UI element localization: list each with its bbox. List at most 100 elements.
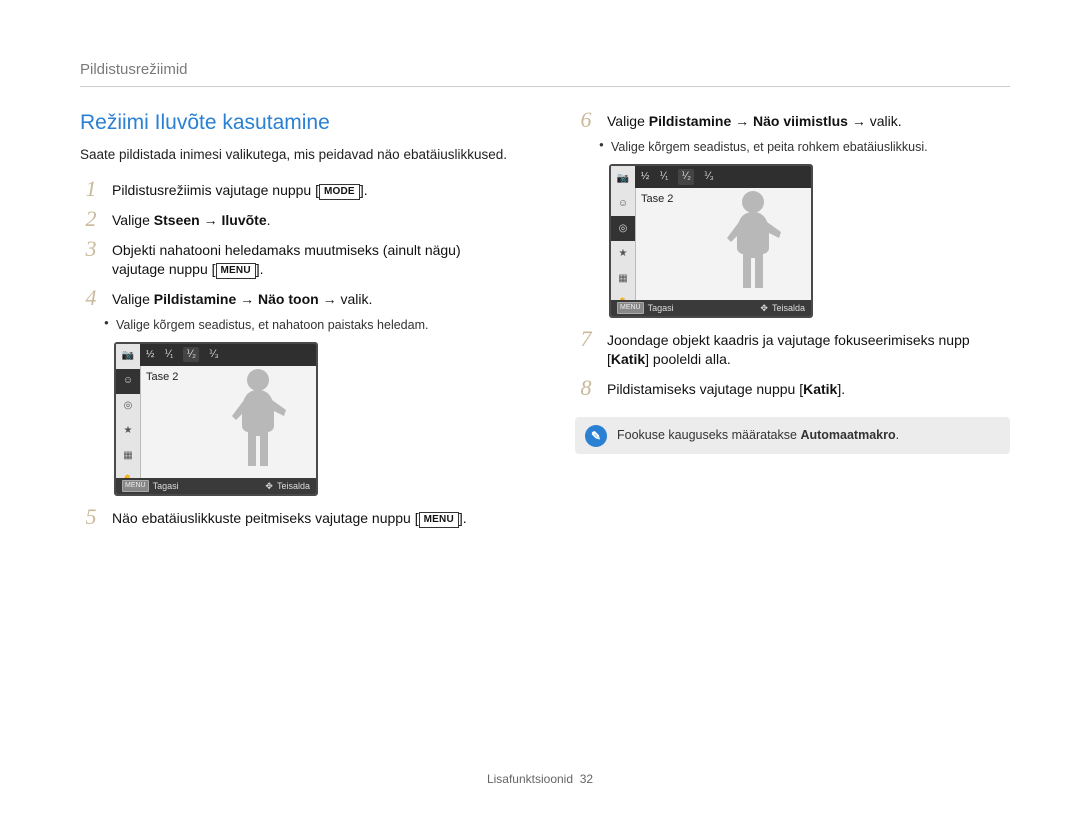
move-icon: ✥ (760, 302, 768, 314)
level-option: ⅟₁ (659, 170, 668, 184)
step-text: ] pooleldi alla. (645, 351, 731, 367)
step-4-sub: Valige kõrgem seadistus, et nahatoon pai… (104, 317, 515, 334)
step-text: Pildistusrežiimis vajutage nuppu [ (112, 182, 319, 198)
lcd-level-bar: ½ ⅟₁ ⅟₂ ⅟₃ (140, 344, 316, 366)
step-bold: Stseen (154, 212, 200, 228)
lcd-level-bar: ½ ⅟₁ ⅟₂ ⅟₃ (635, 166, 811, 188)
step-number: 8 (575, 377, 597, 399)
face-tone-icon: ☺ (116, 369, 140, 394)
footer-section: Lisafunktsioonid (487, 772, 573, 786)
step-1: 1 Pildistusrežiimis vajutage nuppu [MODE… (80, 178, 515, 200)
step-bold: Näo viimistlus (753, 113, 848, 129)
step-6: 6 Valige Pildistamine → Näo viimistlus →… (575, 109, 1010, 131)
step-bold: Iluvõte (221, 212, 266, 228)
step-text: → valik. (319, 291, 373, 307)
step-2: 2 Valige Stseen → Iluvõte. (80, 208, 515, 230)
note-text: Fookuse kauguseks määratakse (617, 428, 800, 442)
step-body: Valige Stseen → Iluvõte. (112, 208, 271, 230)
page-footer: Lisafunktsioonid 32 (0, 771, 1080, 787)
level-option: ½ (641, 170, 649, 184)
breadcrumb: Pildistusrežiimid (80, 60, 1010, 87)
section-heading: Režiimi Iluvõte kasutamine (80, 109, 515, 137)
lcd-illustration-face-retouch: 📷 ☺ ◎ ★ ▦ ✋ ½ ⅟₁ ⅟₂ ⅟₃ Tase 2 (609, 164, 813, 318)
left-column: Režiimi Iluvõte kasutamine Saate pildist… (80, 109, 515, 535)
step-body: Valige Pildistamine → Näo toon → valik. (112, 287, 372, 309)
lcd-bottom-bar: MENU Tagasi ✥ Teisalda (611, 300, 811, 316)
lcd-back-label: Tagasi (153, 480, 179, 492)
step-arrow: → (731, 113, 753, 129)
level-option: ⅟₃ (209, 348, 219, 362)
step-body: Joondage objekt kaadris ja vajutage foku… (607, 328, 970, 369)
step-number: 4 (80, 287, 102, 309)
step-body: Valige Pildistamine → Näo viimistlus → v… (607, 109, 902, 131)
menu-button-label: MENU (216, 263, 256, 279)
step-number: 1 (80, 178, 102, 200)
step-bold: Katik (611, 351, 645, 367)
step-text: ]. (360, 182, 368, 198)
lcd-sidebar: 📷 ☺ ◎ ★ ▦ ✋ (611, 166, 636, 316)
target-icon: ◎ (116, 394, 140, 419)
step-bold: Pildistamine (649, 113, 731, 129)
step-text: Joondage objekt kaadris ja vajutage foku… (607, 331, 970, 350)
step-text: Valige (112, 291, 154, 307)
menu-button-label: MENU (419, 512, 459, 528)
lcd-level-caption: Tase 2 (641, 192, 673, 207)
face-retouch-icon: ◎ (611, 216, 635, 241)
step-body: Pildistusrežiimis vajutage nuppu [MODE]. (112, 178, 368, 200)
step-number: 5 (80, 506, 102, 528)
lcd-back-label: Tagasi (648, 302, 674, 314)
step-text: Pildistamiseks vajutage nuppu [ (607, 381, 803, 397)
grid-icon: ▦ (611, 266, 635, 291)
step-text: ]. (256, 261, 264, 277)
right-column: 6 Valige Pildistamine → Näo viimistlus →… (575, 109, 1010, 535)
intro-text: Saate pildistada inimesi valikutega, mis… (80, 146, 515, 164)
lcd-move-label: Teisalda (772, 302, 805, 314)
star-icon: ★ (611, 241, 635, 266)
step-text: ]. (459, 510, 467, 526)
level-option-selected: ⅟₂ (678, 169, 694, 185)
grid-icon: ▦ (116, 444, 140, 469)
step-number: 7 (575, 328, 597, 350)
menu-mini-button: MENU (617, 302, 644, 314)
move-icon: ✥ (265, 480, 273, 492)
person-silhouette (218, 366, 298, 476)
step-body: Näo ebatäiuslikkuste peitmiseks vajutage… (112, 506, 467, 528)
note-box: ✎ Fookuse kauguseks määratakse Automaatm… (575, 417, 1010, 454)
step-7: 7 Joondage objekt kaadris ja vajutage fo… (575, 328, 1010, 369)
step-arrow: → (236, 291, 258, 307)
step-bold: Pildistamine (154, 291, 236, 307)
level-option: ½ (146, 348, 154, 362)
step-text: Valige (607, 113, 649, 129)
footer-page-number: 32 (580, 772, 593, 786)
note-bold: Automaatmakro (800, 428, 895, 442)
level-option-selected: ⅟₂ (183, 347, 199, 363)
menu-mini-button: MENU (122, 480, 149, 492)
camera-icon: 📷 (611, 166, 635, 191)
mode-button-label: MODE (319, 184, 360, 200)
lcd-sidebar: 📷 ☺ ◎ ★ ▦ ✋ (116, 344, 141, 494)
step-3: 3 Objekti nahatooni heledamaks muutmisek… (80, 238, 515, 279)
step-body: Objekti nahatooni heledamaks muutmiseks … (112, 238, 461, 279)
note-text: . (896, 428, 899, 442)
camera-icon: 📷 (116, 344, 140, 369)
step-text: ]. (837, 381, 845, 397)
step-number: 6 (575, 109, 597, 131)
lcd-move-label: Teisalda (277, 480, 310, 492)
step-text: . (267, 212, 271, 228)
step-6-sub: Valige kõrgem seadistus, et peita rohkem… (599, 139, 1010, 156)
person-silhouette (713, 188, 793, 298)
face-tone-icon: ☺ (611, 191, 635, 216)
lcd-illustration-face-tone: 📷 ☺ ◎ ★ ▦ ✋ ½ ⅟₁ ⅟₂ ⅟₃ Tase 2 (114, 342, 318, 496)
step-text: Valige (112, 212, 154, 228)
star-icon: ★ (116, 419, 140, 444)
step-bold: Näo toon (258, 291, 319, 307)
step-bold: Katik (803, 381, 837, 397)
step-text: vajutage nuppu [ (112, 261, 216, 277)
level-option: ⅟₃ (704, 170, 714, 184)
step-text: Näo ebatäiuslikkuste peitmiseks vajutage… (112, 510, 419, 526)
level-option: ⅟₁ (164, 348, 173, 362)
step-arrow: → (200, 212, 222, 228)
lcd-level-caption: Tase 2 (146, 370, 178, 385)
step-text: Objekti nahatooni heledamaks muutmiseks … (112, 241, 461, 260)
step-8: 8 Pildistamiseks vajutage nuppu [Katik]. (575, 377, 1010, 399)
